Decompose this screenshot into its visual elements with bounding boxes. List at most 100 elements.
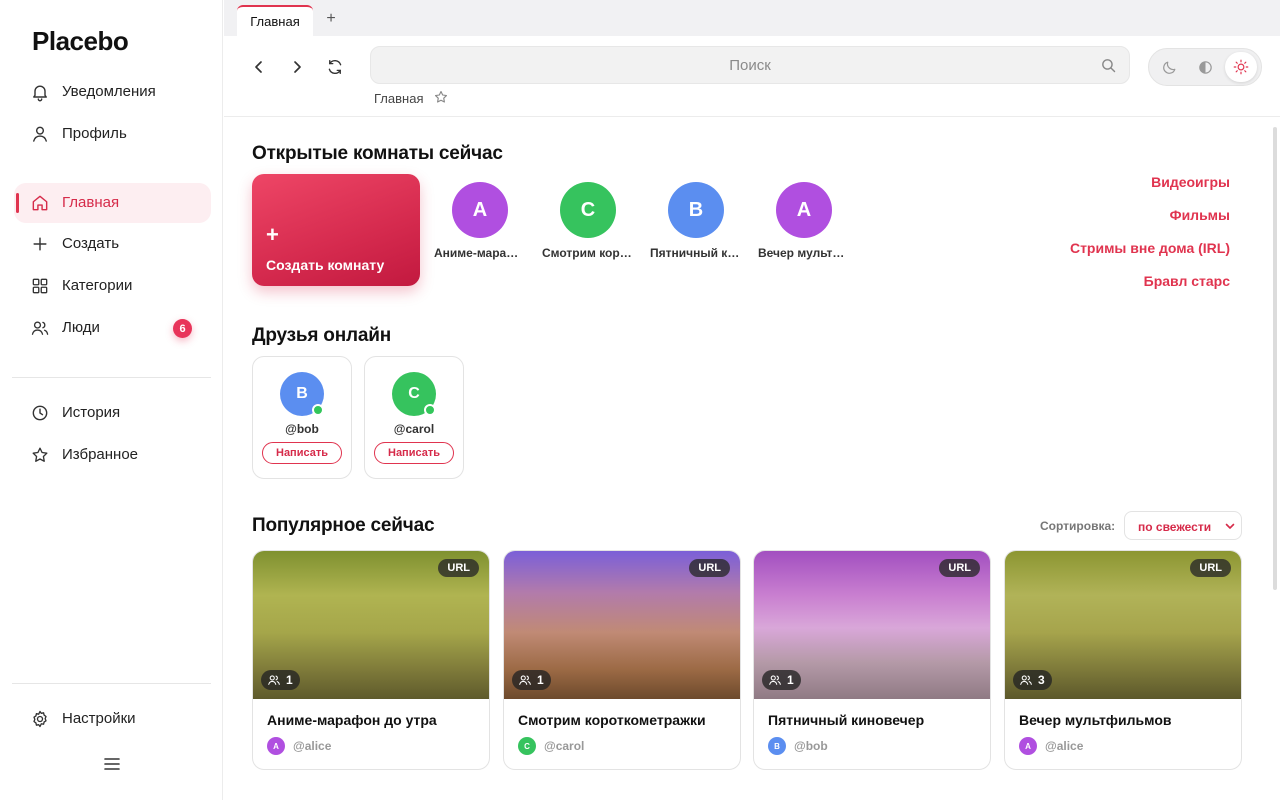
url-badge: URL (1190, 559, 1231, 577)
room-item[interactable]: A Аниме-марафон до утра (434, 182, 526, 260)
room-card[interactable]: URL 1 Пятничный киновечер B @bob (753, 550, 991, 770)
sidebar-item-create[interactable]: Создать (14, 224, 211, 264)
room-owner[interactable]: A @alice (267, 737, 331, 755)
search-input[interactable]: Поиск (370, 46, 1130, 84)
owner-handle: @alice (293, 739, 332, 753)
sidebar-item-people[interactable]: Люди 6 (14, 308, 211, 348)
users-icon (31, 321, 49, 335)
search-icon[interactable] (1100, 57, 1117, 74)
viewer-count-value: 1 (537, 673, 544, 687)
sidebar-item-label: Категории (62, 277, 133, 294)
sidebar-item-home[interactable]: Главная (14, 183, 211, 223)
room-owner[interactable]: A @alice (1019, 737, 1083, 755)
room-owner[interactable]: C @carol (518, 737, 584, 755)
menu-icon[interactable] (103, 756, 121, 772)
users-icon (268, 675, 280, 685)
room-title: Пятничный киновечер (768, 712, 925, 728)
room-title: Аниме-марафон до утра (267, 712, 437, 728)
category-link-irl[interactable]: Стримы вне дома (IRL) (1070, 240, 1230, 256)
sidebar-item-label: Создать (62, 235, 120, 252)
message-button[interactable]: Написать (374, 442, 454, 464)
sort-label: Сортировка: (1040, 519, 1116, 533)
viewer-count: 1 (762, 670, 801, 690)
url-badge: URL (939, 559, 980, 577)
users-icon (519, 675, 531, 685)
toolbar: Поиск Главная (224, 36, 1280, 117)
plus-icon (33, 237, 47, 251)
breadcrumb[interactable]: Главная (374, 91, 423, 106)
sidebar-item-label: Люди (62, 319, 100, 336)
gear-icon (33, 710, 47, 728)
message-button[interactable]: Написать (262, 442, 342, 464)
online-status-indicator (424, 404, 436, 416)
owner-handle: @carol (544, 739, 585, 753)
create-room-button[interactable]: + Создать комнату (252, 174, 420, 286)
sidebar-item-label: Главная (62, 194, 120, 211)
bell-icon (33, 85, 47, 102)
sidebar-item-profile[interactable]: Профиль (14, 114, 211, 154)
viewer-count: 3 (1013, 670, 1052, 690)
category-link-movies[interactable]: Фильмы (1170, 207, 1230, 223)
avatar: A (267, 737, 285, 755)
reload-button[interactable] (324, 56, 346, 78)
sidebar-item-label: Настройки (62, 710, 136, 727)
app-logo[interactable]: Placebo (32, 26, 129, 57)
room-avatar: A (452, 182, 508, 238)
url-badge: URL (689, 559, 730, 577)
sidebar-item-categories[interactable]: Категории (14, 266, 211, 306)
viewer-count-value: 3 (1038, 673, 1045, 687)
viewer-count-value: 1 (787, 673, 794, 687)
owner-handle: @alice (1045, 739, 1084, 753)
avatar: B (768, 737, 786, 755)
sidebar-item-settings[interactable]: Настройки (14, 699, 211, 739)
room-item[interactable]: B Пятничный киновечер (650, 182, 742, 260)
room-owner[interactable]: B @bob (768, 737, 828, 755)
tab-bar: Главная + (224, 0, 1280, 36)
section-title-popular: Популярное сейчас (252, 515, 435, 536)
sidebar-item-favorites[interactable]: Избранное (14, 435, 211, 475)
sidebar-item-notifications[interactable]: Уведомления (14, 72, 211, 112)
room-name: Смотрим короткометражки (542, 246, 634, 260)
sidebar-divider (12, 377, 211, 378)
sidebar-item-history[interactable]: История (14, 393, 211, 433)
room-title: Смотрим короткометражки (518, 712, 706, 728)
category-link-videogames[interactable]: Видеоигры (1151, 174, 1230, 190)
room-name: Аниме-марафон до утра (434, 246, 526, 260)
forward-button[interactable] (286, 56, 308, 78)
room-avatar: B (668, 182, 724, 238)
room-name: Пятничный киновечер (650, 246, 742, 260)
theme-contrast-button[interactable] (1189, 52, 1221, 82)
url-badge: URL (438, 559, 479, 577)
back-button[interactable] (248, 56, 270, 78)
sidebar-item-label: Избранное (62, 446, 139, 463)
room-name: Вечер мультфильмов (758, 246, 850, 260)
room-item[interactable]: A Вечер мультфильмов (758, 182, 850, 260)
tab-home[interactable]: Главная (237, 5, 313, 36)
room-avatar: C (560, 182, 616, 238)
home-icon (32, 195, 48, 211)
users-icon (769, 675, 781, 685)
theme-light-button[interactable] (1225, 52, 1257, 82)
sort-select[interactable]: по свежести (1124, 511, 1242, 540)
new-tab-button[interactable]: + (323, 10, 339, 28)
chevron-right-icon (294, 61, 301, 73)
scrollbar[interactable] (1273, 127, 1277, 590)
viewer-count: 1 (261, 670, 300, 690)
theme-dark-button[interactable] (1153, 52, 1185, 82)
sidebar-item-label: История (62, 404, 121, 421)
room-card[interactable]: URL 1 Смотрим короткометражки C @carol (503, 550, 741, 770)
contrast-icon (1198, 60, 1212, 74)
chevron-left-icon (255, 61, 262, 73)
main-content: Открытые комнаты сейчас + Создать комнат… (224, 117, 1280, 800)
category-link-brawl-stars[interactable]: Бравл старс (1144, 273, 1230, 289)
avatar: A (1019, 737, 1037, 755)
sidebar: Placebo Уведомления Профиль Главная Созд… (0, 0, 223, 800)
owner-handle: @bob (794, 739, 828, 753)
room-item[interactable]: C Смотрим короткометражки (542, 182, 634, 260)
bookmark-star-icon[interactable] (433, 89, 449, 105)
search-placeholder: Поиск (729, 57, 771, 74)
user-icon (33, 126, 47, 142)
room-card[interactable]: URL 3 Вечер мультфильмов A @alice (1004, 550, 1242, 770)
friend-handle: @carol (393, 422, 435, 436)
room-card[interactable]: URL 1 Аниме-марафон до утра A @alice (252, 550, 490, 770)
